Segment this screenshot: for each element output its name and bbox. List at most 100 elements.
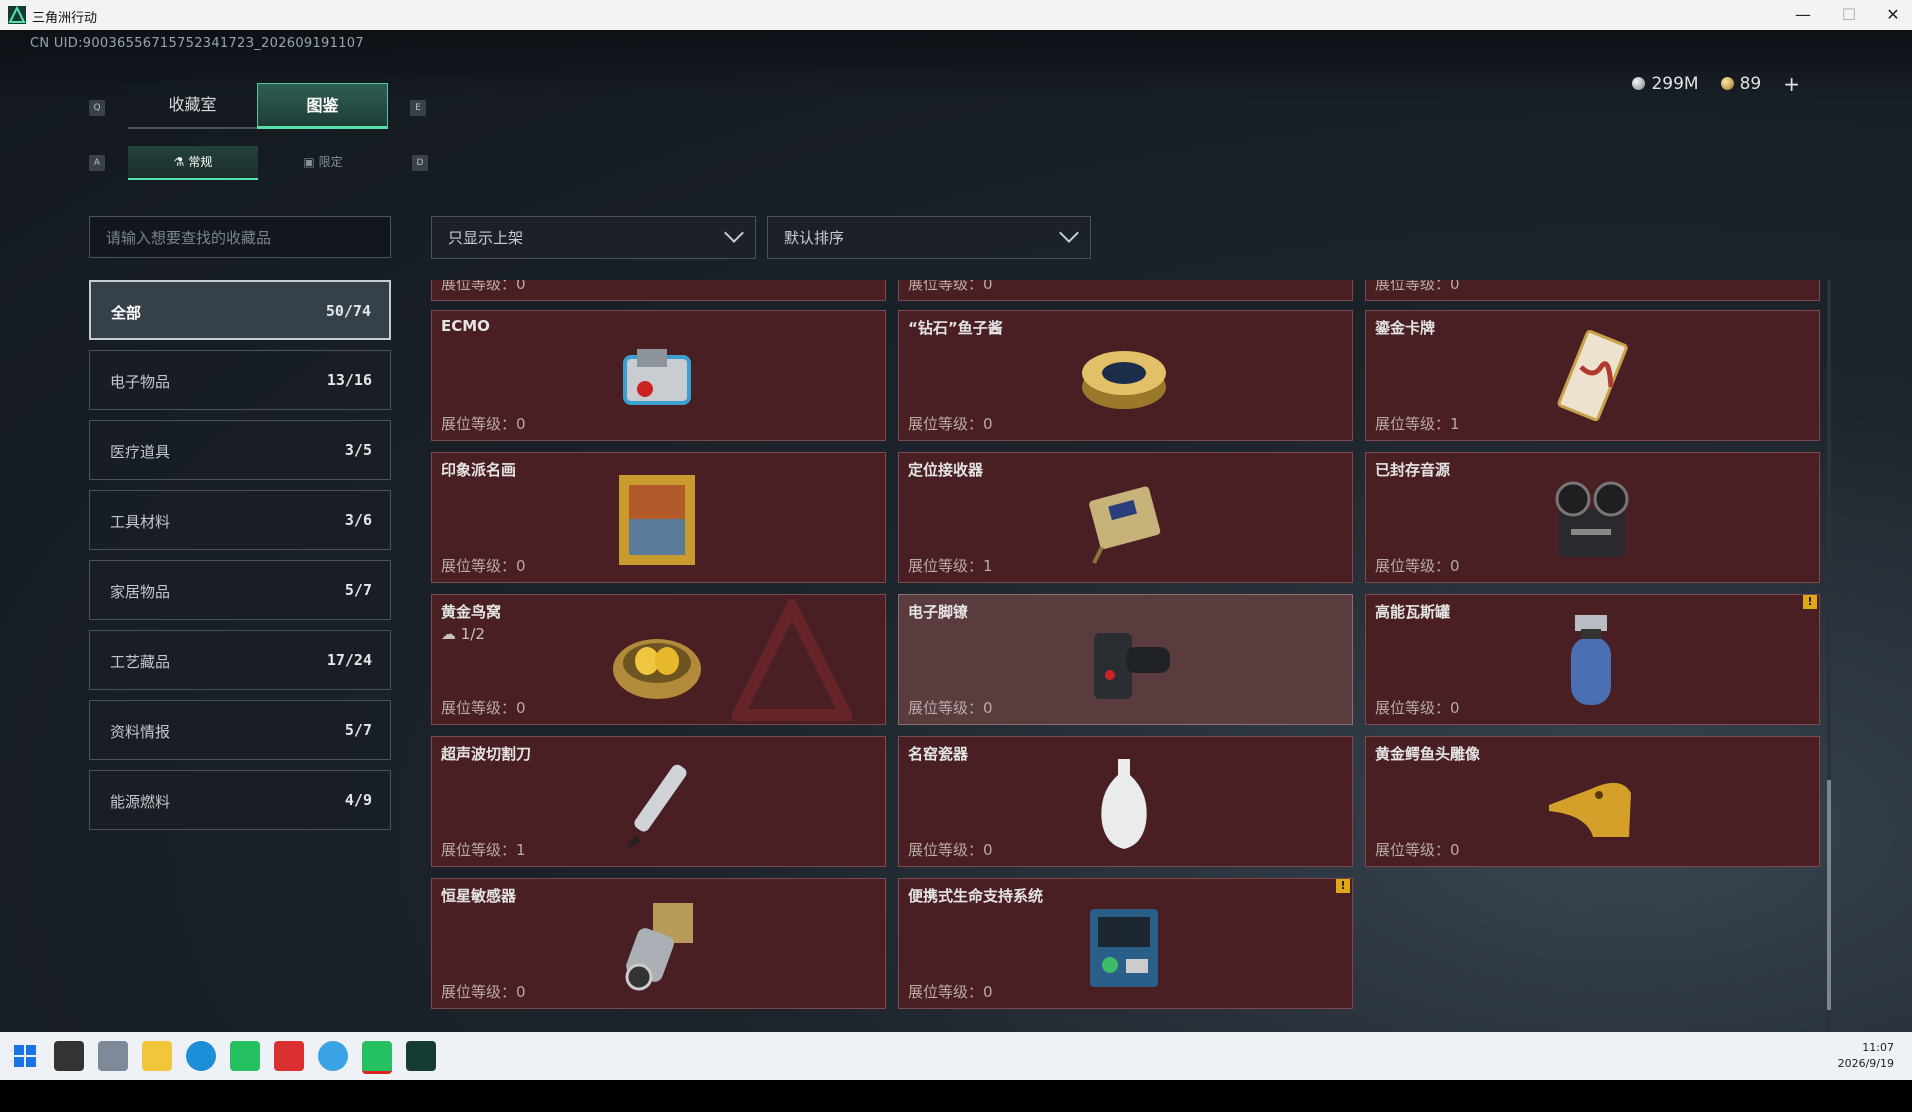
- item-name: 高能瓦斯罐: [1375, 603, 1451, 621]
- item-name: 黄金鸟窝: [441, 603, 502, 621]
- image-icon: ▣: [303, 155, 315, 169]
- sort-dropdown[interactable]: 默认排序: [767, 216, 1091, 259]
- item-card-ultrasonic-cutter[interactable]: 超声波切割刀 展位等级：1: [431, 736, 886, 867]
- nest-progress: ☁ 1/2: [441, 625, 485, 643]
- item-level: 展位等级：0: [908, 699, 993, 717]
- chevron-down-icon: [724, 223, 744, 243]
- tab-regular[interactable]: ⚗ 常规: [128, 146, 258, 180]
- item-level: 展位等级：0: [908, 280, 993, 293]
- key-hint-e: E: [410, 100, 426, 116]
- item-card-locator[interactable]: 定位接收器 展位等级：1: [898, 452, 1353, 583]
- item-level: 展位等级：1: [441, 841, 526, 859]
- key-hint-a: A: [89, 155, 105, 171]
- item-name: 定位接收器: [908, 461, 984, 479]
- life-support-icon: [1090, 909, 1158, 987]
- delta-force-app-icon[interactable]: [406, 1041, 436, 1071]
- tab-limited[interactable]: ▣ 限定: [258, 146, 388, 180]
- category-household[interactable]: 家居物品 5/7: [89, 560, 391, 620]
- window-titlebar: 三角洲行动 — ☐ ✕: [0, 0, 1912, 30]
- silver-currency: 299M: [1632, 74, 1699, 94]
- item-level: 展位等级：0: [1375, 699, 1460, 717]
- wechat-active-icon[interactable]: [362, 1041, 392, 1074]
- screen-bottom-border: [0, 1080, 1912, 1112]
- item-card-ankle-monitor[interactable]: 电子脚镣 展位等级：0: [898, 594, 1353, 725]
- ankle-monitor-icon: [1094, 633, 1170, 699]
- show-filter-dropdown[interactable]: 只显示上架: [431, 216, 756, 259]
- item-card[interactable]: 展位等级：0: [431, 280, 886, 301]
- item-card-reel-recorder[interactable]: 已封存音源 展位等级：0: [1365, 452, 1820, 583]
- search-input[interactable]: 请输入想要查找的收藏品: [89, 216, 391, 258]
- category-name: 资料情报: [110, 723, 171, 741]
- item-card[interactable]: 展位等级：0: [898, 280, 1353, 301]
- item-name: 电子脚镣: [908, 603, 969, 621]
- task-view-icon[interactable]: [54, 1041, 84, 1071]
- item-card-star-sensor[interactable]: 恒星敏感器 展位等级：0: [431, 878, 886, 1009]
- scrollbar-thumb[interactable]: [1827, 780, 1831, 1010]
- nest-icon: ☁: [441, 625, 461, 643]
- item-name: “钻石”鱼子酱: [908, 319, 1003, 337]
- category-count: 3/5: [344, 441, 372, 459]
- category-crafts[interactable]: 工艺藏品 17/24: [89, 630, 391, 690]
- item-card-life-support[interactable]: 便携式生命支持系统 ! 展位等级：0: [898, 878, 1353, 1009]
- category-count: 5/7: [344, 721, 372, 739]
- caviar-tin-icon: [1082, 351, 1166, 409]
- category-name: 全部: [111, 304, 142, 322]
- warning-icon: !: [1336, 879, 1350, 893]
- category-name: 医疗道具: [110, 443, 171, 461]
- item-card[interactable]: 展位等级：0: [1365, 280, 1820, 301]
- item-level: 展位等级：0: [441, 280, 526, 293]
- locator-receiver-icon: [1089, 486, 1161, 564]
- tab-collection[interactable]: 收藏室: [128, 83, 257, 129]
- item-level: 展位等级：0: [1375, 557, 1460, 575]
- player-uid: CN UID:9003655671575234172З_202609191107: [30, 36, 364, 51]
- item-card-gilded-card[interactable]: 鎏金卡牌 展位等级：1: [1365, 310, 1820, 441]
- minimize-button[interactable]: —: [1780, 0, 1826, 30]
- item-card-gas-canister[interactable]: 高能瓦斯罐 ! 展位等级：0: [1365, 594, 1820, 725]
- sort-value: 默认排序: [784, 229, 845, 247]
- category-list: 全部 50/74 电子物品 13/16 医疗道具 3/5 工具材料 3/6 家居…: [89, 280, 391, 840]
- game-view: CN UID:9003655671575234172З_202609191107…: [0, 30, 1912, 1032]
- item-card-painting[interactable]: 印象派名画 展位等级：0: [431, 452, 886, 583]
- item-card-caviar[interactable]: “钻石”鱼子酱 展位等级：0: [898, 310, 1353, 441]
- item-level: 展位等级：0: [441, 415, 526, 433]
- show-filter-value: 只显示上架: [448, 229, 524, 247]
- item-card-porcelain[interactable]: 名窑瓷器 展位等级：0: [898, 736, 1353, 867]
- edge-browser-icon[interactable]: [186, 1041, 216, 1071]
- item-card-golden-nest[interactable]: 黄金鸟窝 ☁ 1/2 展位等级：0: [431, 594, 886, 725]
- wechat-icon[interactable]: [230, 1041, 260, 1071]
- item-card-ecmo[interactable]: ECMO 展位等级：0: [431, 310, 886, 441]
- grid-scrollbar[interactable]: [1827, 280, 1831, 1032]
- wps-office-icon[interactable]: [274, 1041, 304, 1071]
- tab-regular-label: 常规: [188, 155, 213, 169]
- silver-amount: 299M: [1651, 74, 1699, 94]
- category-medical[interactable]: 医疗道具 3/5: [89, 420, 391, 480]
- category-count: 4/9: [344, 791, 372, 809]
- ecmo-machine-icon: [623, 349, 691, 405]
- maximize-button[interactable]: ☐: [1826, 0, 1872, 30]
- category-count: 50/74: [325, 302, 371, 320]
- tab-catalog[interactable]: 图鉴: [257, 83, 388, 129]
- tab-limited-label: 限定: [318, 155, 343, 169]
- item-name: 名窑瓷器: [908, 745, 969, 763]
- category-energy[interactable]: 能源燃料 4/9: [89, 770, 391, 830]
- calculator-icon[interactable]: [98, 1041, 128, 1071]
- key-hint-q: Q: [89, 100, 105, 116]
- item-level: 展位等级：0: [1375, 280, 1460, 293]
- category-tools[interactable]: 工具材料 3/6: [89, 490, 391, 550]
- category-name: 能源燃料: [110, 793, 171, 811]
- currency-bar: 299M 89 +: [1632, 72, 1800, 96]
- browser-icon[interactable]: [318, 1041, 348, 1071]
- close-button[interactable]: ✕: [1870, 0, 1912, 30]
- category-all[interactable]: 全部 50/74: [89, 280, 391, 340]
- item-level: 展位等级：0: [908, 415, 993, 433]
- file-explorer-icon[interactable]: [142, 1041, 172, 1071]
- system-clock[interactable]: 11:07 2026/9/19: [1838, 1040, 1894, 1072]
- category-electronics[interactable]: 电子物品 13/16: [89, 350, 391, 410]
- item-card-gold-crocodile[interactable]: 黄金鳄鱼头雕像 展位等级：0: [1365, 736, 1820, 867]
- start-icon[interactable]: [10, 1041, 40, 1071]
- gilded-card-icon: [1557, 329, 1628, 422]
- golden-nest-icon: [613, 639, 701, 699]
- add-currency-button[interactable]: +: [1783, 72, 1800, 96]
- item-level: 展位等级：0: [1375, 841, 1460, 859]
- category-intel[interactable]: 资料情报 5/7: [89, 700, 391, 760]
